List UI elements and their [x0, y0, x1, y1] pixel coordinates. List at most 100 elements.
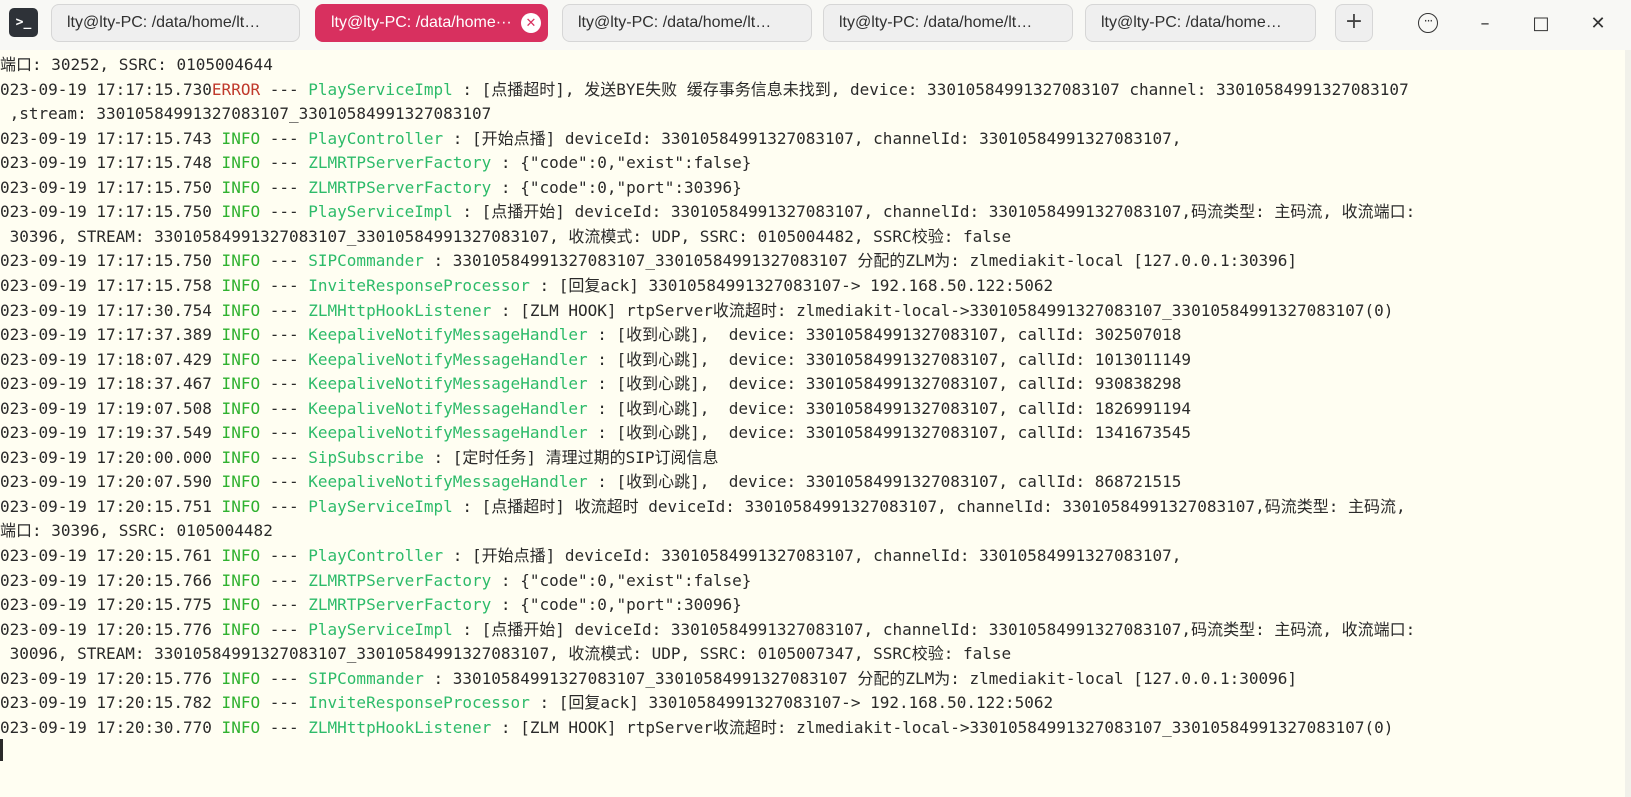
terminal-app-icon[interactable]: >_ — [9, 8, 38, 37]
log-line: 023-09-19 17:20:15.775 INFO --- ZLMRTPSe… — [0, 592, 742, 617]
log-logger-name: SIPCommander — [308, 251, 424, 271]
log-logger-name: PlayController — [308, 128, 444, 148]
log-message: : 33010584991327083107_33010584991327083… — [423, 251, 1298, 271]
log-level: INFO — [211, 496, 261, 516]
log-line: 023-09-19 17:20:15.761 INFO --- PlayCont… — [0, 543, 1181, 568]
tab-3[interactable]: lty@lty-PC: /data/home/lt… — [562, 4, 812, 42]
log-message: : [点播开始] deviceId: 33010584991327083107,… — [452, 202, 1416, 222]
log-message: : [回复ack] 33010584991327083107-> 192.168… — [529, 275, 1054, 295]
log-line: 023-09-19 17:20:15.766 INFO --- ZLMRTPSe… — [0, 568, 751, 593]
log-separator: --- — [260, 447, 309, 467]
log-separator: --- — [260, 472, 309, 492]
log-level: INFO — [211, 668, 261, 688]
log-line: 023-09-19 17:20:15.751 INFO --- PlayServ… — [0, 494, 1406, 519]
log-line: 023-09-19 17:20:15.782 INFO --- InviteRe… — [0, 690, 1053, 715]
log-timestamp: 023-09-19 17:20:15.766 — [0, 570, 212, 590]
log-message: : [开始点播] deviceId: 33010584991327083107,… — [443, 546, 1182, 565]
terminal-output[interactable]: 端口: 30252, SSRC: 0105004644 023-09-19 17:… — [0, 50, 1631, 797]
log-separator: --- — [260, 717, 309, 737]
log-timestamp: 023-09-19 17:20:30.770 — [0, 717, 212, 737]
log-line: 023-09-19 17:17:30.754 INFO --- ZLMHttpH… — [0, 298, 1393, 323]
log-separator: --- — [260, 374, 309, 394]
tab-2-active[interactable]: lty@lty-PC: /data/home··· ✕ — [315, 4, 548, 42]
log-level: INFO — [211, 374, 261, 394]
tab-label: lty@lty-PC: /data/home/lt… — [67, 14, 261, 31]
log-line: 023-09-19 17:17:37.389 INFO --- Keepaliv… — [0, 322, 1181, 347]
title-bar: >_ lty@lty-PC: /data/home/lt… lty@lty-PC… — [0, 0, 1631, 50]
log-separator: --- — [260, 300, 309, 320]
log-line: 023-09-19 17:20:00.000 INFO --- SipSubsc… — [0, 445, 719, 470]
log-level: INFO — [211, 275, 261, 295]
tab-label: lty@lty-PC: /data/home/lt… — [578, 14, 772, 31]
more-options-icon[interactable]: ··· — [1418, 13, 1438, 33]
log-separator: --- — [260, 251, 309, 271]
log-separator: --- — [260, 595, 309, 615]
log-separator: --- — [260, 693, 309, 713]
log-logger-name: KeepaliveNotifyMessageHandler — [308, 374, 588, 394]
log-logger-name: PlayController — [308, 546, 444, 565]
log-message: : [收到心跳], device: 33010584991327083107, … — [587, 349, 1192, 369]
log-level: INFO — [211, 595, 261, 615]
log-timestamp: 023-09-19 17:20:07.590 — [0, 472, 212, 492]
log-text: 端口: 30252, SSRC: 0105004644 — [0, 55, 273, 74]
log-message: : [定时任务] 清理过期的SIP订阅信息 — [423, 447, 719, 467]
log-line: 30396, STREAM: 33010584991327083107_3301… — [0, 224, 1012, 249]
log-message: : [ZLM HOOK] rtpServer收流超时: zlmediakit-l… — [491, 300, 1394, 320]
log-logger-name: KeepaliveNotifyMessageHandler — [308, 472, 588, 492]
log-text: ,stream: 33010584991327083107_3301058499… — [0, 104, 492, 124]
log-level: INFO — [211, 177, 261, 197]
log-logger-name: ZLMRTPServerFactory — [308, 153, 492, 173]
log-timestamp: 023-09-19 17:20:15.776 — [0, 668, 212, 688]
log-logger-name: ZLMRTPServerFactory — [308, 595, 492, 615]
log-separator: --- — [260, 619, 309, 639]
log-line: 023-09-19 17:20:07.590 INFO --- Keepaliv… — [0, 469, 1181, 494]
log-line: 023-09-19 17:17:15.743 INFO --- PlayCont… — [0, 126, 1181, 151]
log-line: 023-09-19 17:17:15.748 INFO --- ZLMRTPSe… — [0, 150, 751, 175]
log-separator: --- — [260, 128, 309, 148]
log-line: 023-09-19 17:20:15.776 INFO --- PlayServ… — [0, 617, 1415, 642]
log-logger-name: PlayServiceImpl — [308, 79, 453, 99]
log-level: INFO — [211, 472, 261, 492]
log-text: 30396, STREAM: 33010584991327083107_3301… — [0, 226, 1012, 246]
log-timestamp: 023-09-19 17:18:07.429 — [0, 349, 212, 369]
close-tab-icon[interactable]: ✕ — [521, 13, 541, 33]
tab-4[interactable]: lty@lty-PC: /data/home/lt… — [823, 4, 1073, 42]
log-level: INFO — [211, 202, 261, 222]
log-message: : {"code":0,"port":30096} — [491, 595, 742, 615]
log-separator: --- — [260, 570, 309, 590]
new-tab-button[interactable]: + — [1335, 4, 1373, 42]
log-logger-name: KeepaliveNotifyMessageHandler — [308, 423, 588, 443]
log-level: INFO — [211, 423, 261, 443]
log-logger-name: PlayServiceImpl — [308, 496, 453, 516]
log-timestamp: 023-09-19 17:19:37.549 — [0, 423, 212, 443]
log-line: 023-09-19 17:17:15.750 INFO --- PlayServ… — [0, 199, 1415, 224]
minimize-icon[interactable]: – — [1470, 9, 1500, 39]
log-timestamp: 023-09-19 17:17:15.730 — [0, 79, 212, 99]
scrollbar-track[interactable] — [1625, 50, 1631, 797]
log-logger-name: ZLMHttpHookListener — [308, 300, 492, 320]
tab-1[interactable]: lty@lty-PC: /data/home/lt… — [51, 4, 300, 42]
log-level: ERROR — [211, 79, 261, 99]
log-level: INFO — [211, 447, 261, 467]
log-line: ,stream: 33010584991327083107_3301058499… — [0, 101, 492, 126]
log-separator: --- — [260, 423, 309, 443]
log-timestamp: 023-09-19 17:20:15.782 — [0, 693, 212, 713]
tab-label: lty@lty-PC: /data/home… — [1101, 14, 1282, 31]
log-separator: --- — [260, 275, 309, 295]
log-timestamp: 023-09-19 17:17:15.758 — [0, 275, 212, 295]
log-message: : [收到心跳], device: 33010584991327083107, … — [587, 325, 1182, 345]
log-level: INFO — [211, 398, 261, 418]
log-message: : {"code":0,"exist":false} — [491, 153, 752, 173]
close-window-icon[interactable]: ✕ — [1583, 9, 1613, 39]
log-message: : [开始点播] deviceId: 33010584991327083107,… — [443, 128, 1182, 148]
log-text: 30096, STREAM: 33010584991327083107_3301… — [0, 644, 1012, 664]
log-message: : [点播超时] 收流超时 deviceId: 3301058499132708… — [452, 496, 1406, 516]
log-message: : [点播开始] deviceId: 33010584991327083107,… — [452, 619, 1416, 639]
tab-5[interactable]: lty@lty-PC: /data/home… — [1085, 4, 1316, 42]
log-timestamp: 023-09-19 17:20:15.776 — [0, 619, 212, 639]
maximize-icon[interactable]: □ — [1526, 9, 1556, 39]
log-message: : 33010584991327083107_33010584991327083… — [423, 668, 1298, 688]
log-logger-name: KeepaliveNotifyMessageHandler — [308, 325, 588, 345]
log-timestamp: 023-09-19 17:17:15.750 — [0, 177, 212, 197]
log-logger-name: KeepaliveNotifyMessageHandler — [308, 398, 588, 418]
